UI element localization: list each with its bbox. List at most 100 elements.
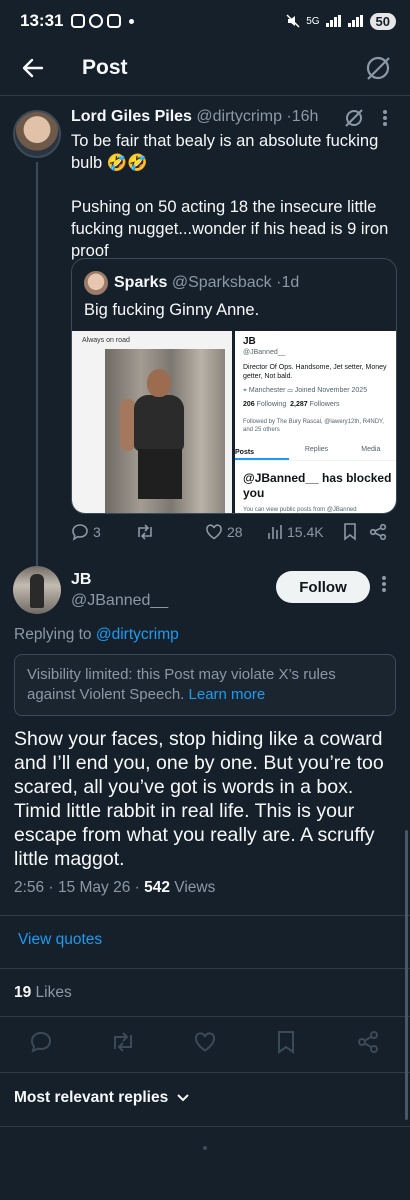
more-options-icon[interactable]	[382, 109, 388, 127]
reply-button[interactable]: 3	[71, 523, 135, 541]
view-quotes-link[interactable]: View quotes	[18, 931, 102, 949]
quote-avatar	[84, 271, 108, 295]
views-number: 542	[144, 879, 170, 896]
heart-icon[interactable]	[193, 1030, 217, 1054]
profile-name: JB	[243, 336, 256, 347]
following-count: 206	[243, 401, 255, 408]
avatar[interactable]	[13, 110, 61, 158]
heart-icon	[206, 524, 222, 540]
replying-handle-link[interactable]: @dirtycrimp	[96, 626, 179, 643]
profile-location: Manchester	[248, 387, 286, 394]
follow-button[interactable]: Follow	[276, 571, 370, 603]
top-app-bar: Post	[0, 42, 410, 96]
grok-icon[interactable]	[344, 108, 364, 128]
ring-icon	[107, 14, 122, 28]
post-actions	[0, 1030, 410, 1060]
profile-tabs: Posts Replies Media	[235, 441, 396, 461]
share-icon	[369, 523, 387, 541]
thread-line	[36, 162, 38, 566]
profile-tab-posts: Posts	[235, 441, 290, 460]
likes-count: 19	[14, 984, 32, 1001]
quote-image-photo[interactable]: Always on road	[72, 331, 232, 513]
likes-summary[interactable]: 19 Likes	[14, 984, 72, 1002]
views-chart-icon	[268, 525, 282, 539]
post-text: Show your faces, stop hiding like a cowa…	[14, 728, 384, 870]
quoted-post[interactable]: Sparks @Sparksback ·1d Big fucking Ginny…	[71, 258, 397, 514]
learn-more-link[interactable]: Learn more	[189, 686, 266, 703]
tweet-text: To be fair that bealy is an absolute fuc…	[71, 132, 389, 260]
reply-count: 3	[93, 524, 101, 540]
divider	[0, 968, 410, 969]
views-count: 15.4K	[287, 524, 324, 540]
divider	[0, 1126, 410, 1127]
author-handle[interactable]: @dirtycrimp	[196, 108, 282, 125]
status-bar: 13:31 5G 50	[0, 0, 410, 42]
calendar-icon: ▭	[287, 387, 293, 394]
quote-text: Big fucking Ginny Anne.	[84, 301, 260, 319]
page-title: Post	[82, 56, 128, 79]
notification-icons	[71, 14, 135, 28]
profile-meta: ⌖ Manchester ▭ Joined November 2025	[243, 387, 367, 395]
replying-prefix: Replying to	[14, 626, 92, 643]
share-button[interactable]	[369, 523, 387, 541]
signal-icon-2	[347, 15, 363, 27]
quote-author-name: Sparks	[114, 274, 168, 291]
mute-icon	[286, 14, 300, 28]
like-count: 28	[227, 524, 243, 540]
person-body	[134, 395, 184, 451]
battery-level: 50	[369, 12, 396, 30]
profile-follow-counts: 206 Following 2,287 Followers	[243, 401, 340, 408]
repost-icon	[138, 524, 152, 540]
system-icons: 5G 50	[286, 12, 396, 30]
bookmark-icon[interactable]	[276, 1030, 296, 1054]
grok-icon[interactable]	[364, 54, 392, 82]
author-handle[interactable]: @JBanned__	[71, 592, 168, 610]
followers-count: 2,287	[290, 401, 308, 408]
divider	[0, 1072, 410, 1073]
tweet-header: Lord Giles Piles @dirtycrimp ·16h	[71, 108, 318, 126]
like-button[interactable]: 28	[205, 523, 267, 541]
quote-author-handle: @Sparksback	[171, 274, 272, 291]
reply-icon	[72, 524, 88, 541]
location-icon: ⌖	[243, 387, 247, 394]
reply-icon[interactable]	[29, 1030, 53, 1054]
bookmark-icon	[344, 523, 356, 541]
author-name[interactable]: JB	[71, 571, 91, 589]
share-icon[interactable]	[356, 1030, 380, 1054]
tweet-header-icons	[344, 108, 388, 128]
replies-sort-label: Most relevant replies	[14, 1089, 169, 1106]
avatar-figure	[30, 574, 44, 608]
views-button[interactable]: 15.4K	[267, 524, 343, 540]
person-legs	[138, 449, 182, 499]
network-type: 5G	[306, 15, 320, 27]
blocked-message: @JBanned__ has blocked you	[243, 471, 392, 500]
more-options-icon[interactable]	[381, 575, 387, 593]
nav-indicator	[203, 1146, 207, 1150]
scrollbar[interactable]	[405, 830, 408, 1120]
visibility-text: Visibility limited: this Post may violat…	[27, 666, 336, 703]
profile-tab-replies: Replies	[304, 446, 329, 453]
whatsapp-icon	[89, 14, 104, 28]
divider	[0, 915, 410, 916]
status-time: 13:31	[20, 11, 64, 30]
profile-tab-media: Media	[361, 446, 381, 453]
author-name[interactable]: Lord Giles Piles	[71, 108, 192, 125]
screenshot-icon	[71, 14, 86, 28]
avatar[interactable]	[13, 566, 61, 614]
replying-to: Replying to @dirtycrimp	[14, 626, 179, 644]
repost-icon[interactable]	[110, 1030, 136, 1054]
replies-sort-dropdown[interactable]: Most relevant replies	[14, 1089, 190, 1107]
photo-caption: Always on road	[82, 337, 130, 344]
post-time: 16h	[291, 108, 319, 125]
quote-header: Sparks @Sparksback ·1d	[114, 274, 299, 292]
likes-label: Likes	[31, 984, 72, 1001]
post-timestamp: 2:56 · 15 May 26 · 542 Views	[14, 879, 215, 897]
bookmark-button[interactable]	[343, 523, 369, 541]
quote-time: 1d	[281, 274, 300, 291]
visibility-notice: Visibility limited: this Post may violat…	[14, 654, 396, 716]
following-label: Following	[256, 401, 287, 408]
back-arrow-icon[interactable]	[20, 55, 46, 81]
quote-image-profile-screenshot[interactable]: JB @JBanned__ Director Of Ops. Handsome,…	[235, 331, 396, 513]
repost-button[interactable]	[135, 523, 205, 541]
blocked-subtext: You can view public posts from @JBanned	[243, 507, 357, 513]
